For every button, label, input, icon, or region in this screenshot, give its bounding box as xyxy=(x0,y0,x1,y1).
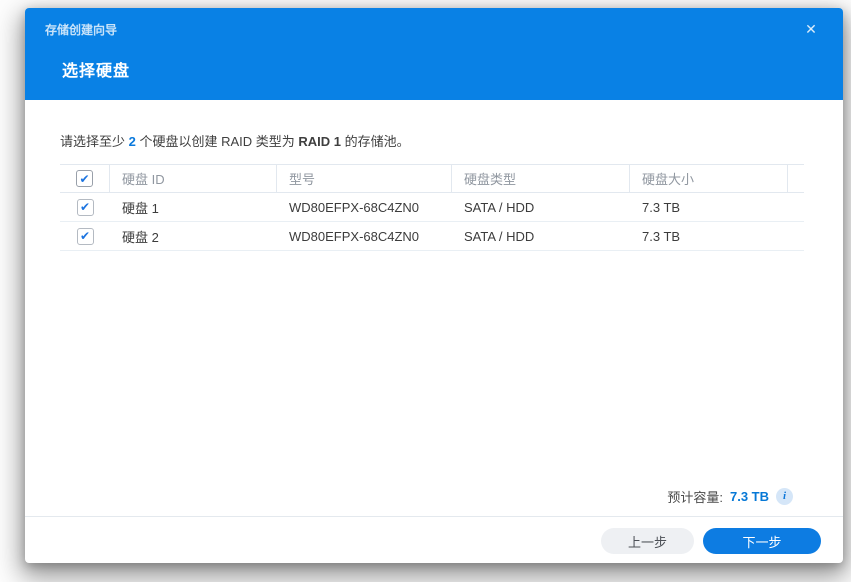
next-button[interactable]: 下一步 xyxy=(703,528,821,554)
disk-table: ✔ 硬盘 ID 型号 硬盘类型 硬盘大小 ✔ 硬盘 1 WD80EFPX-68C… xyxy=(60,164,804,251)
cell-spacer xyxy=(788,193,804,221)
raid-type-value: RAID 1 xyxy=(298,134,341,149)
checkmark-icon: ✔ xyxy=(79,172,89,186)
cell-model: WD80EFPX-68C4ZN0 xyxy=(277,222,452,250)
wizard-buttons: 上一步 下一步 xyxy=(601,528,821,554)
table-header-row: ✔ 硬盘 ID 型号 硬盘类型 硬盘大小 xyxy=(60,164,804,193)
cell-disk-id: 硬盘 1 xyxy=(110,193,277,221)
footer-divider xyxy=(25,516,843,517)
row-checkbox[interactable]: ✔ xyxy=(77,228,94,245)
dialog-title: 存储创建向导 xyxy=(45,21,117,38)
step-title: 选择硬盘 xyxy=(62,57,130,81)
min-disk-count: 2 xyxy=(129,134,136,149)
cell-disk-id: 硬盘 2 xyxy=(110,222,277,250)
checkmark-icon: ✔ xyxy=(80,200,90,214)
close-icon[interactable]: ✕ xyxy=(801,19,821,39)
column-header-disk-type[interactable]: 硬盘类型 xyxy=(452,165,630,192)
cell-spacer xyxy=(788,222,804,250)
back-button[interactable]: 上一步 xyxy=(601,528,694,554)
capacity-value: 7.3 TB xyxy=(730,489,769,504)
column-header-disk-size[interactable]: 硬盘大小 xyxy=(630,165,788,192)
capacity-label: 预计容量: xyxy=(667,487,723,506)
table-row[interactable]: ✔ 硬盘 2 WD80EFPX-68C4ZN0 SATA / HDD 7.3 T… xyxy=(60,222,804,251)
table-row[interactable]: ✔ 硬盘 1 WD80EFPX-68C4ZN0 SATA / HDD 7.3 T… xyxy=(60,193,804,222)
row-checkbox-cell: ✔ xyxy=(60,193,110,221)
header-checkbox-cell: ✔ xyxy=(60,165,110,192)
dialog-titlebar: 存储创建向导 ✕ 选择硬盘 xyxy=(25,8,843,100)
column-header-spacer xyxy=(788,165,804,192)
info-icon[interactable]: i xyxy=(776,488,793,505)
cell-disk-type: SATA / HDD xyxy=(452,222,630,250)
select-all-checkbox[interactable]: ✔ xyxy=(76,170,93,187)
column-header-model[interactable]: 型号 xyxy=(277,165,452,192)
instruction-part1: 请选择至少 xyxy=(60,134,129,149)
instruction-text: 请选择至少 2 个硬盘以创建 RAID 类型为 RAID 1 的存储池。 xyxy=(60,131,804,150)
row-checkbox[interactable]: ✔ xyxy=(77,199,94,216)
column-header-disk-id[interactable]: 硬盘 ID xyxy=(110,165,277,192)
storage-wizard-dialog: 存储创建向导 ✕ 选择硬盘 请选择至少 2 个硬盘以创建 RAID 类型为 RA… xyxy=(25,8,843,563)
instruction-part2: 个硬盘以创建 RAID 类型为 xyxy=(136,134,299,149)
cell-model: WD80EFPX-68C4ZN0 xyxy=(277,193,452,221)
cell-disk-type: SATA / HDD xyxy=(452,193,630,221)
estimated-capacity: 预计容量: 7.3 TB i xyxy=(667,486,793,506)
cell-disk-size: 7.3 TB xyxy=(630,222,788,250)
cell-disk-size: 7.3 TB xyxy=(630,193,788,221)
checkmark-icon: ✔ xyxy=(80,229,90,243)
instruction-part3: 的存储池。 xyxy=(341,134,410,149)
dialog-content: 请选择至少 2 个硬盘以创建 RAID 类型为 RAID 1 的存储池。 ✔ 硬… xyxy=(60,100,804,251)
row-checkbox-cell: ✔ xyxy=(60,222,110,250)
